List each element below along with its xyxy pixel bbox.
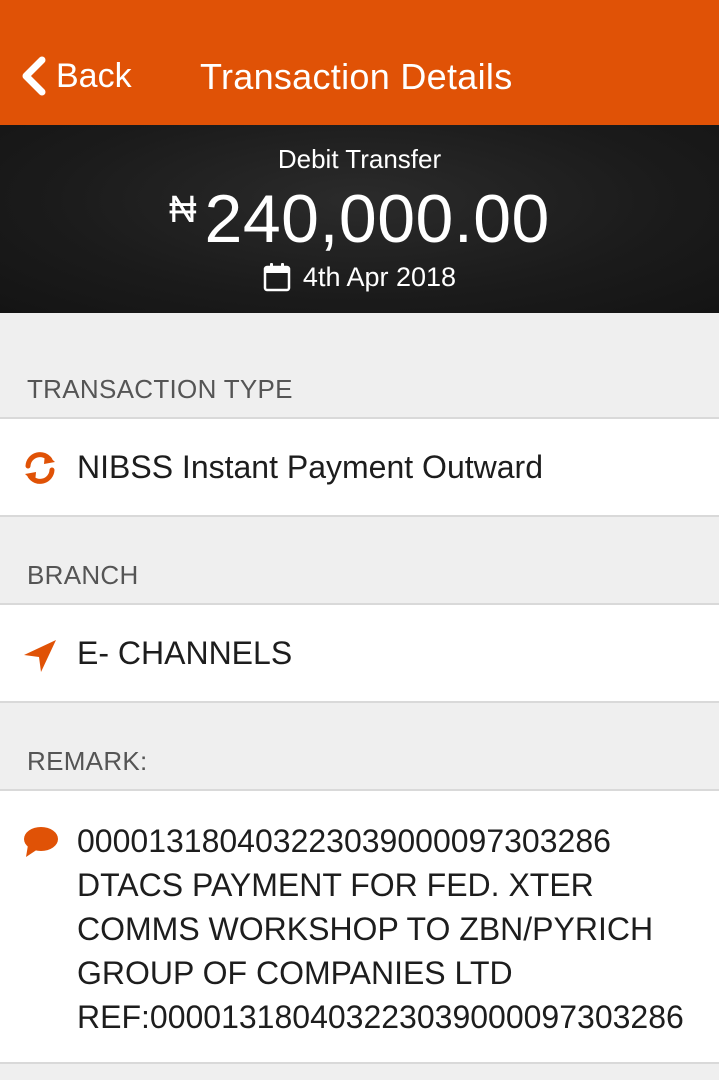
remark-line: REF:000013180403223039000097303286 <box>77 999 684 1035</box>
currency-symbol: ₦ <box>169 189 197 231</box>
date-row: 4th Apr 2018 <box>0 261 719 293</box>
calendar-icon <box>263 263 291 292</box>
back-label: Back <box>56 57 132 95</box>
transaction-summary: Debit Transfer ₦ 240,000.00 4th Apr 2018 <box>0 125 719 313</box>
transaction-date: 4th Apr 2018 <box>302 262 457 292</box>
location-arrow-icon <box>24 640 56 672</box>
transaction-type-label: TRANSACTION TYPE <box>27 374 293 404</box>
branch-label: BRANCH <box>27 560 139 590</box>
transaction-amount: 240,000.00 <box>204 181 550 257</box>
branch-value: E- CHANNELS <box>77 635 293 671</box>
amount-row: ₦ 240,000.00 <box>0 181 719 257</box>
remark-line: 000013180403223039000097303286 <box>77 823 611 859</box>
transaction-type-card: NIBSS Instant Payment Outward <box>0 417 719 517</box>
transaction-type-value: NIBSS Instant Payment Outward <box>77 449 543 485</box>
app-header: Back Transaction Details <box>0 0 719 125</box>
back-button[interactable]: Back <box>18 56 132 96</box>
comment-icon <box>24 827 58 857</box>
remark-line: DTACS PAYMENT FOR FED. XTER <box>77 867 594 903</box>
remark-value: 000013180403223039000097303286 DTACS PAY… <box>77 819 717 1039</box>
remark-line: GROUP OF COMPANIES LTD <box>77 955 513 991</box>
refresh-icon <box>25 452 55 484</box>
branch-card: E- CHANNELS <box>0 603 719 703</box>
remark-card: 000013180403223039000097303286 DTACS PAY… <box>0 789 719 1064</box>
page-title: Transaction Details <box>200 56 513 97</box>
transaction-kind: Debit Transfer <box>277 144 442 174</box>
chevron-left-icon <box>22 56 46 96</box>
remark-label: REMARK: <box>27 746 148 776</box>
remark-line: COMMS WORKSHOP TO ZBN/PYRICH <box>77 911 654 947</box>
